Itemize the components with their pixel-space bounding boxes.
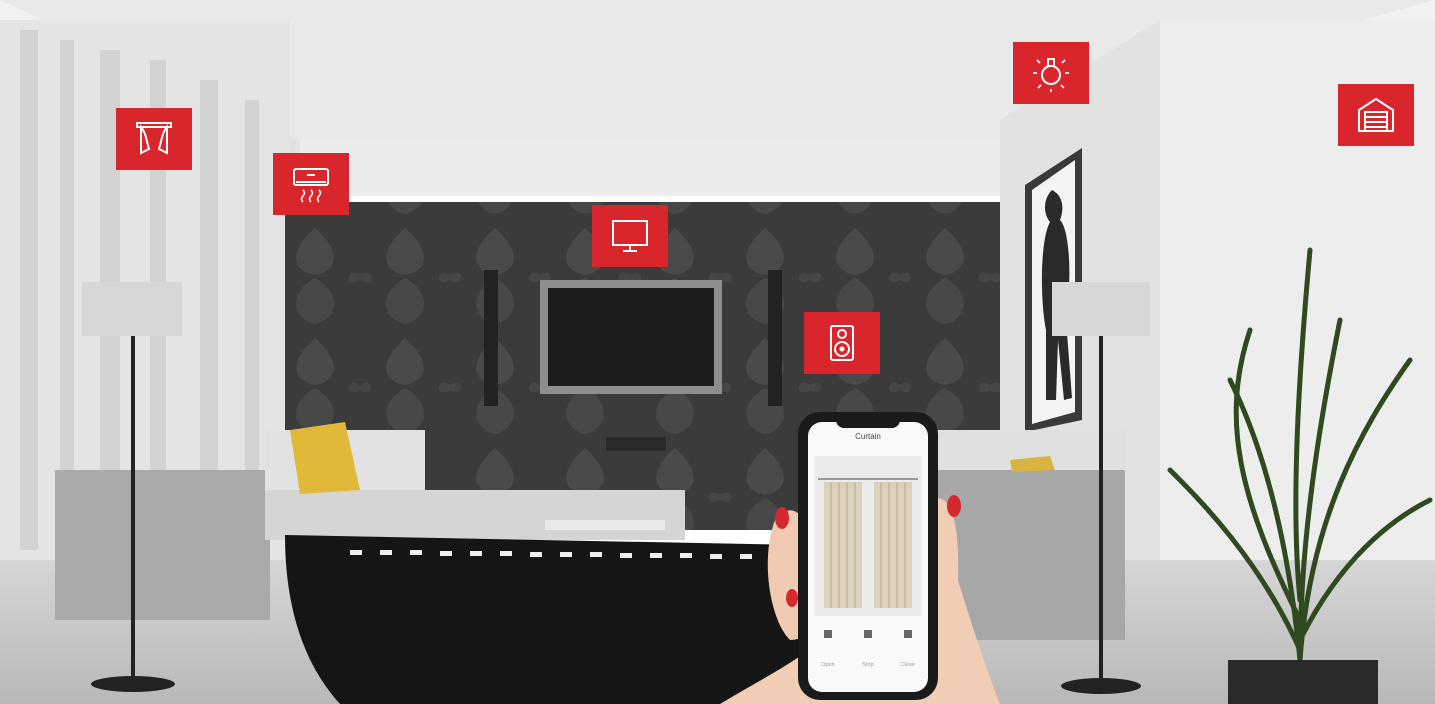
room-photo	[0, 0, 1435, 704]
close-label: Close	[900, 662, 916, 668]
air-conditioner-tile[interactable]	[273, 153, 349, 215]
curtain-icon	[136, 122, 172, 155]
stop-button[interactable]	[864, 630, 872, 638]
garage-door-tile[interactable]	[1338, 84, 1414, 146]
air-conditioner-icon	[293, 168, 329, 203]
stop-label: Stop	[862, 662, 874, 668]
smart-home-living-room: Curtain Open Stop Close	[0, 0, 1435, 704]
speaker-tile[interactable]	[804, 312, 880, 374]
curtain-tile[interactable]	[116, 108, 192, 170]
close-button[interactable]	[904, 630, 912, 638]
phone-screen[interactable]: Curtain Open Stop Close	[808, 422, 928, 692]
open-label: Open	[821, 662, 835, 668]
garage-door-icon	[1358, 97, 1394, 132]
phone-notch	[836, 416, 900, 428]
right-curtain-panel	[874, 482, 912, 608]
screen-title: Curtain	[855, 432, 881, 441]
open-button[interactable]	[824, 630, 832, 638]
left-curtain-panel	[824, 482, 862, 608]
light-bulb-icon	[1033, 58, 1069, 92]
tv-icon	[612, 220, 648, 252]
light-bulb-tile[interactable]	[1013, 42, 1089, 104]
speaker-icon	[830, 325, 854, 361]
tv-tile[interactable]	[592, 205, 668, 267]
curtain-preview	[814, 456, 922, 616]
